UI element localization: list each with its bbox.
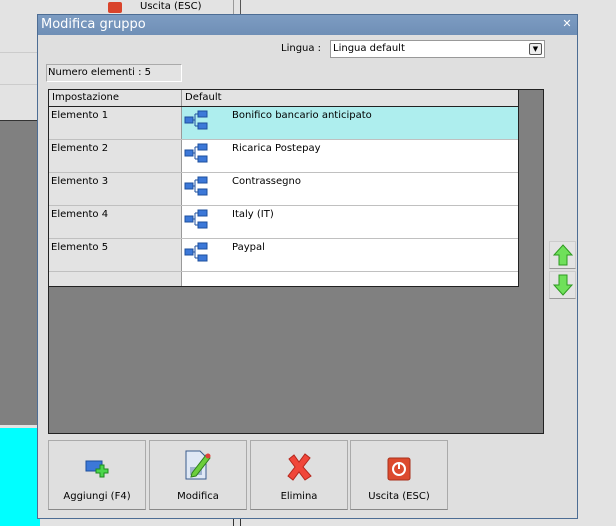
add-button-label: Aggiungi (F4)	[63, 491, 131, 502]
column-header-impostazione[interactable]: Impostazione	[49, 90, 182, 106]
close-button[interactable]: ✕	[561, 18, 573, 30]
table-row[interactable]: Elemento 1 Bonifico bancario anticipato	[49, 107, 518, 140]
row-value-cell[interactable]: Italy (IT)	[182, 206, 518, 238]
row-name: Elemento 4	[49, 206, 182, 238]
delete-button-label: Elimina	[280, 491, 318, 502]
tree-node-icon	[184, 242, 208, 262]
row-value: Contrassegno	[232, 176, 301, 187]
row-value: Bonifico bancario anticipato	[232, 110, 372, 121]
arrow-down-icon	[552, 274, 573, 296]
add-button[interactable]: Aggiungi (F4)	[48, 440, 146, 510]
lingua-label: Lingua :	[281, 43, 322, 54]
background-divider	[0, 84, 40, 85]
row-name: Elemento 5	[49, 239, 182, 271]
delete-button[interactable]: Elimina	[250, 440, 348, 510]
elements-grid: Impostazione Default Elemento 1 Bonifico …	[48, 89, 544, 434]
close-icon: ✕	[562, 17, 572, 30]
row-name: Elemento 2	[49, 140, 182, 172]
delete-x-icon	[287, 453, 312, 481]
row-name: Elemento 1	[49, 107, 182, 139]
background-divider	[0, 52, 40, 53]
table-row-empty	[49, 272, 518, 286]
dialog-titlebar: Modifica gruppo	[38, 15, 577, 35]
power-icon	[387, 457, 411, 481]
column-header-default[interactable]: Default	[182, 90, 518, 106]
table-row[interactable]: Elemento 4 Italy (IT)	[49, 206, 518, 239]
tree-node-icon	[184, 110, 208, 130]
move-down-button[interactable]	[549, 271, 576, 299]
tree-node-icon	[184, 143, 208, 163]
edit-document-icon	[185, 450, 211, 480]
tree-node-icon	[184, 176, 208, 196]
dialog-title: Modifica gruppo	[41, 17, 146, 32]
exit-button-label: Uscita (ESC)	[368, 491, 430, 502]
background-panel	[0, 120, 40, 425]
exit-button[interactable]: Uscita (ESC)	[350, 440, 448, 510]
table-row[interactable]: Elemento 2 Ricarica Postepay	[49, 140, 518, 173]
arrow-up-icon	[552, 244, 573, 266]
edit-button-label: Modifica	[177, 491, 219, 502]
power-icon	[108, 1, 122, 13]
row-value-cell[interactable]: Ricarica Postepay	[182, 140, 518, 172]
table-header: Impostazione Default	[49, 90, 518, 107]
row-value-cell[interactable]: Paypal	[182, 239, 518, 271]
lingua-value: Lingua default	[333, 43, 405, 54]
row-value-cell[interactable]: Bonifico bancario anticipato	[182, 107, 518, 139]
modifica-gruppo-dialog: Modifica gruppo ✕ Lingua : Lingua defaul…	[37, 14, 578, 519]
row-value: Ricarica Postepay	[232, 143, 321, 154]
background-splitter	[233, 0, 241, 14]
tree-node-icon	[184, 209, 208, 229]
elements-table: Impostazione Default Elemento 1 Bonifico …	[49, 90, 519, 287]
background-exit-button: Uscita (ESC)	[108, 1, 201, 13]
chevron-down-icon[interactable]: ▼	[529, 43, 542, 55]
background-exit-label: Uscita (ESC)	[140, 1, 202, 12]
row-value-cell[interactable]: Contrassegno	[182, 173, 518, 205]
background-panel-cyan	[0, 428, 40, 526]
row-name: Elemento 3	[49, 173, 182, 205]
table-row[interactable]: Elemento 3 Contrassegno	[49, 173, 518, 206]
lingua-select[interactable]: Lingua default ▼	[330, 40, 545, 58]
add-item-icon	[85, 460, 109, 478]
element-count: Numero elementi : 5	[46, 64, 182, 82]
move-up-button[interactable]	[549, 241, 576, 269]
row-value: Paypal	[232, 242, 265, 253]
row-value: Italy (IT)	[232, 209, 274, 220]
edit-button[interactable]: Modifica	[149, 440, 247, 510]
background-splitter	[233, 519, 241, 526]
table-row[interactable]: Elemento 5 Paypal	[49, 239, 518, 272]
